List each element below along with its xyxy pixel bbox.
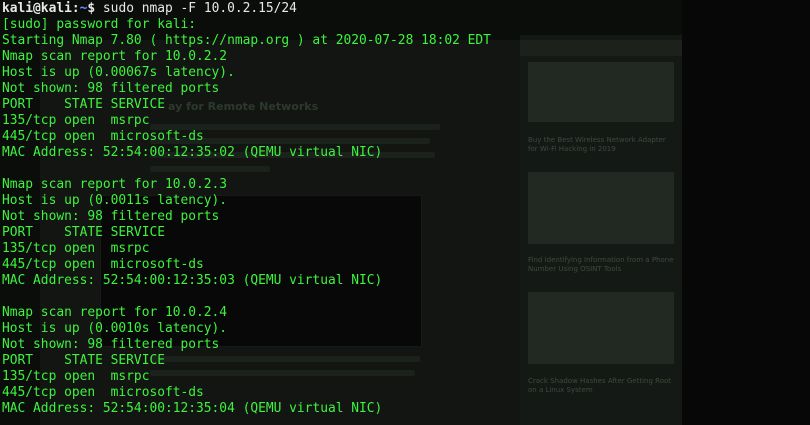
terminal-window[interactable]: kali@kali:~$ sudo nmap -F 10.0.2.15/24 [… bbox=[0, 0, 810, 425]
terminal-output-line: 135/tcp open msrpc bbox=[2, 241, 150, 256]
terminal-output-line: 135/tcp open msrpc bbox=[2, 369, 150, 384]
terminal-output-line: Host is up (0.0011s latency). bbox=[2, 193, 228, 208]
terminal-output-line: 445/tcp open microsoft-ds bbox=[2, 385, 204, 400]
terminal-output-line: Host is up (0.0010s latency). bbox=[2, 321, 228, 336]
terminal-output-line: Nmap scan report for 10.0.2.2 bbox=[2, 49, 228, 64]
prompt-dollar: $ bbox=[87, 1, 96, 16]
terminal-prompt-line: kali@kali:~$ sudo nmap -F 10.0.2.15/24 bbox=[2, 1, 297, 17]
prompt-command: sudo nmap -F 10.0.2.15/24 bbox=[102, 1, 297, 16]
terminal-output-line: PORT STATE SERVICE bbox=[2, 97, 165, 112]
terminal-output-line: Not shown: 98 filtered ports bbox=[2, 337, 220, 352]
terminal-output-line: 135/tcp open msrpc bbox=[2, 113, 150, 128]
terminal-output-line: Not shown: 98 filtered ports bbox=[2, 209, 220, 224]
terminal-output-line: PORT STATE SERVICE bbox=[2, 225, 165, 240]
prompt-user-host: kali@kali bbox=[2, 1, 72, 16]
terminal-output-line: [sudo] password for kali: bbox=[2, 17, 197, 32]
terminal-output-line: Nmap scan report for 10.0.2.4 bbox=[2, 305, 228, 320]
terminal-output-line: 445/tcp open microsoft-ds bbox=[2, 257, 204, 272]
terminal-output-line: Starting Nmap 7.80 ( https://nmap.org ) … bbox=[2, 33, 491, 48]
terminal-output-line: MAC Address: 52:54:00:12:35:03 (QEMU vir… bbox=[2, 273, 383, 288]
terminal-output-line: Not shown: 98 filtered ports bbox=[2, 81, 220, 96]
prompt-separator: : bbox=[71, 1, 80, 16]
terminal-output-line: MAC Address: 52:54:00:12:35:04 (QEMU vir… bbox=[2, 401, 383, 416]
terminal-output-line: 445/tcp open microsoft-ds bbox=[2, 129, 204, 144]
terminal-output-line: Host is up (0.00067s latency). bbox=[2, 65, 235, 80]
terminal-output-line: MAC Address: 52:54:00:12:35:02 (QEMU vir… bbox=[2, 145, 383, 160]
terminal-output-line: Nmap scan report for 10.0.2.3 bbox=[2, 177, 228, 192]
terminal-output-line: PORT STATE SERVICE bbox=[2, 353, 165, 368]
